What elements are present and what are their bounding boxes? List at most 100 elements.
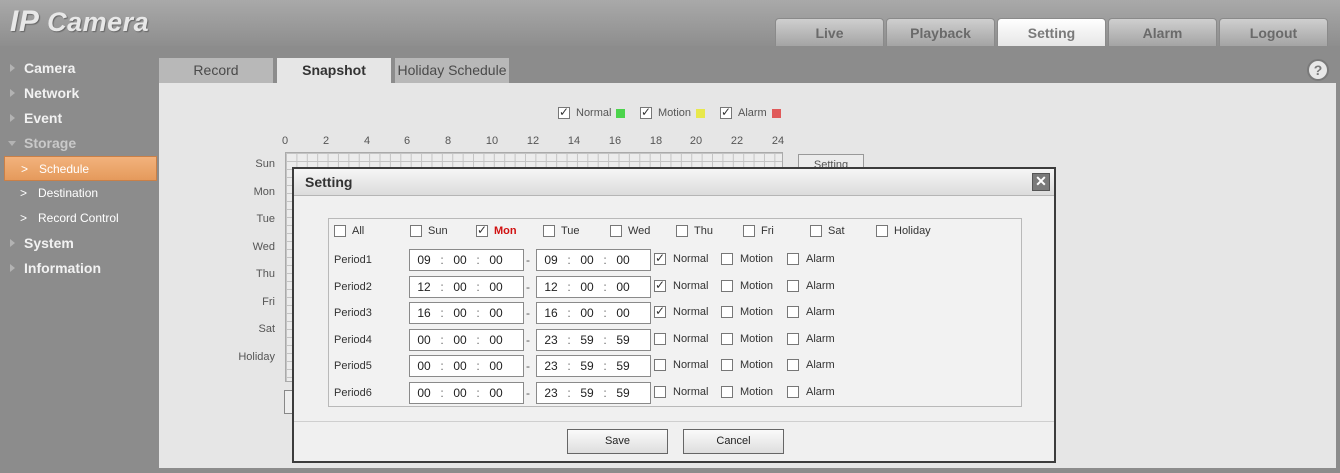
checkbox[interactable]: [721, 306, 733, 318]
time-segment[interactable]: 00: [446, 306, 474, 320]
legend-alarm[interactable]: Alarm: [720, 105, 781, 119]
time-segment[interactable]: 00: [573, 306, 601, 320]
checkbox[interactable]: [876, 225, 888, 237]
start-time-input[interactable]: 00:00:00: [409, 382, 524, 404]
period-normal-checkbox[interactable]: Normal: [654, 304, 708, 318]
checkbox[interactable]: [654, 251, 666, 265]
time-segment[interactable]: 09: [537, 253, 565, 267]
checkbox[interactable]: [721, 333, 733, 345]
start-time-input[interactable]: 00:00:00: [409, 329, 524, 351]
time-segment[interactable]: 00: [410, 359, 438, 373]
sidebar-subitem-destination[interactable]: > Destination: [4, 181, 157, 206]
checkbox[interactable]: [334, 225, 346, 237]
checkbox[interactable]: [654, 278, 666, 292]
day-checkbox-all[interactable]: All: [334, 225, 364, 237]
checkbox[interactable]: [610, 225, 622, 237]
nav-tab-setting[interactable]: Setting: [997, 18, 1106, 46]
start-time-input[interactable]: 16:00:00: [409, 302, 524, 324]
period-alarm-checkbox[interactable]: Alarm: [787, 333, 835, 345]
day-checkbox-sun[interactable]: Sun: [410, 225, 448, 237]
checkbox[interactable]: [476, 223, 488, 237]
day-checkbox-wed[interactable]: Wed: [610, 225, 650, 237]
end-time-input[interactable]: 23:59:59: [536, 382, 651, 404]
time-segment[interactable]: 00: [573, 280, 601, 294]
time-segment[interactable]: 00: [609, 280, 637, 294]
day-checkbox-fri[interactable]: Fri: [743, 225, 774, 237]
time-segment[interactable]: 00: [446, 253, 474, 267]
tab-record[interactable]: Record: [159, 58, 273, 83]
time-segment[interactable]: 00: [482, 333, 510, 347]
period-alarm-checkbox[interactable]: Alarm: [787, 386, 835, 398]
row-setting-button[interactable]: Setting: [798, 154, 864, 168]
time-segment[interactable]: 00: [482, 306, 510, 320]
cancel-button[interactable]: Cancel: [683, 429, 784, 454]
day-checkbox-thu[interactable]: Thu: [676, 225, 713, 237]
period-alarm-checkbox[interactable]: Alarm: [787, 253, 835, 265]
checkbox[interactable]: [721, 253, 733, 265]
time-segment[interactable]: 23: [537, 386, 565, 400]
start-time-input[interactable]: 09:00:00: [409, 249, 524, 271]
question-icon[interactable]: ?: [1307, 59, 1329, 81]
sidebar-item-storage[interactable]: Storage: [0, 131, 158, 156]
checkbox[interactable]: [721, 280, 733, 292]
time-segment[interactable]: 16: [410, 306, 438, 320]
end-time-input[interactable]: 09:00:00: [536, 249, 651, 271]
period-alarm-checkbox[interactable]: Alarm: [787, 306, 835, 318]
checkbox[interactable]: [721, 359, 733, 371]
end-time-input[interactable]: 23:59:59: [536, 329, 651, 351]
period-normal-checkbox[interactable]: Normal: [654, 359, 708, 371]
legend-normal-checkbox[interactable]: [558, 105, 570, 119]
period-normal-checkbox[interactable]: Normal: [654, 278, 708, 292]
time-segment[interactable]: 00: [609, 306, 637, 320]
time-segment[interactable]: 00: [609, 253, 637, 267]
period-normal-checkbox[interactable]: Normal: [654, 251, 708, 265]
legend-alarm-checkbox[interactable]: [720, 105, 732, 119]
end-time-input[interactable]: 23:59:59: [536, 355, 651, 377]
close-icon[interactable]: ✕: [1032, 173, 1050, 191]
checkbox[interactable]: [676, 225, 688, 237]
sidebar-item-event[interactable]: Event: [0, 106, 158, 131]
time-segment[interactable]: 00: [410, 386, 438, 400]
period-normal-checkbox[interactable]: Normal: [654, 333, 708, 345]
period-motion-checkbox[interactable]: Motion: [721, 306, 773, 318]
time-segment[interactable]: 59: [609, 359, 637, 373]
checkbox[interactable]: [410, 225, 422, 237]
period-motion-checkbox[interactable]: Motion: [721, 333, 773, 345]
time-segment[interactable]: 59: [573, 333, 601, 347]
time-segment[interactable]: 59: [573, 386, 601, 400]
day-checkbox-tue[interactable]: Tue: [543, 225, 580, 237]
checkbox[interactable]: [787, 333, 799, 345]
checkbox[interactable]: [654, 333, 666, 345]
day-checkbox-holiday[interactable]: Holiday: [876, 225, 931, 237]
time-segment[interactable]: 23: [537, 333, 565, 347]
time-segment[interactable]: 00: [446, 386, 474, 400]
time-segment[interactable]: 23: [537, 359, 565, 373]
time-segment[interactable]: 00: [410, 333, 438, 347]
period-motion-checkbox[interactable]: Motion: [721, 253, 773, 265]
end-time-input[interactable]: 12:00:00: [536, 276, 651, 298]
checkbox[interactable]: [654, 386, 666, 398]
time-segment[interactable]: 16: [537, 306, 565, 320]
start-time-input[interactable]: 12:00:00: [409, 276, 524, 298]
time-segment[interactable]: 00: [446, 280, 474, 294]
period-alarm-checkbox[interactable]: Alarm: [787, 280, 835, 292]
time-segment[interactable]: 59: [609, 333, 637, 347]
period-motion-checkbox[interactable]: Motion: [721, 386, 773, 398]
legend-motion[interactable]: Motion: [640, 105, 706, 119]
period-normal-checkbox[interactable]: Normal: [654, 386, 708, 398]
sidebar-subitem-schedule[interactable]: > Schedule: [4, 156, 157, 181]
time-segment[interactable]: 12: [410, 280, 438, 294]
sidebar-subitem-record-control[interactable]: > Record Control: [4, 206, 157, 231]
sidebar-item-system[interactable]: System: [0, 231, 158, 256]
start-time-input[interactable]: 00:00:00: [409, 355, 524, 377]
sidebar-item-camera[interactable]: Camera: [0, 56, 158, 81]
nav-tab-playback[interactable]: Playback: [886, 18, 995, 46]
checkbox[interactable]: [787, 280, 799, 292]
sidebar-item-information[interactable]: Information: [0, 256, 158, 281]
end-time-input[interactable]: 16:00:00: [536, 302, 651, 324]
checkbox[interactable]: [543, 225, 555, 237]
legend-motion-checkbox[interactable]: [640, 105, 652, 119]
checkbox[interactable]: [743, 225, 755, 237]
nav-tab-live[interactable]: Live: [775, 18, 884, 46]
period-motion-checkbox[interactable]: Motion: [721, 359, 773, 371]
